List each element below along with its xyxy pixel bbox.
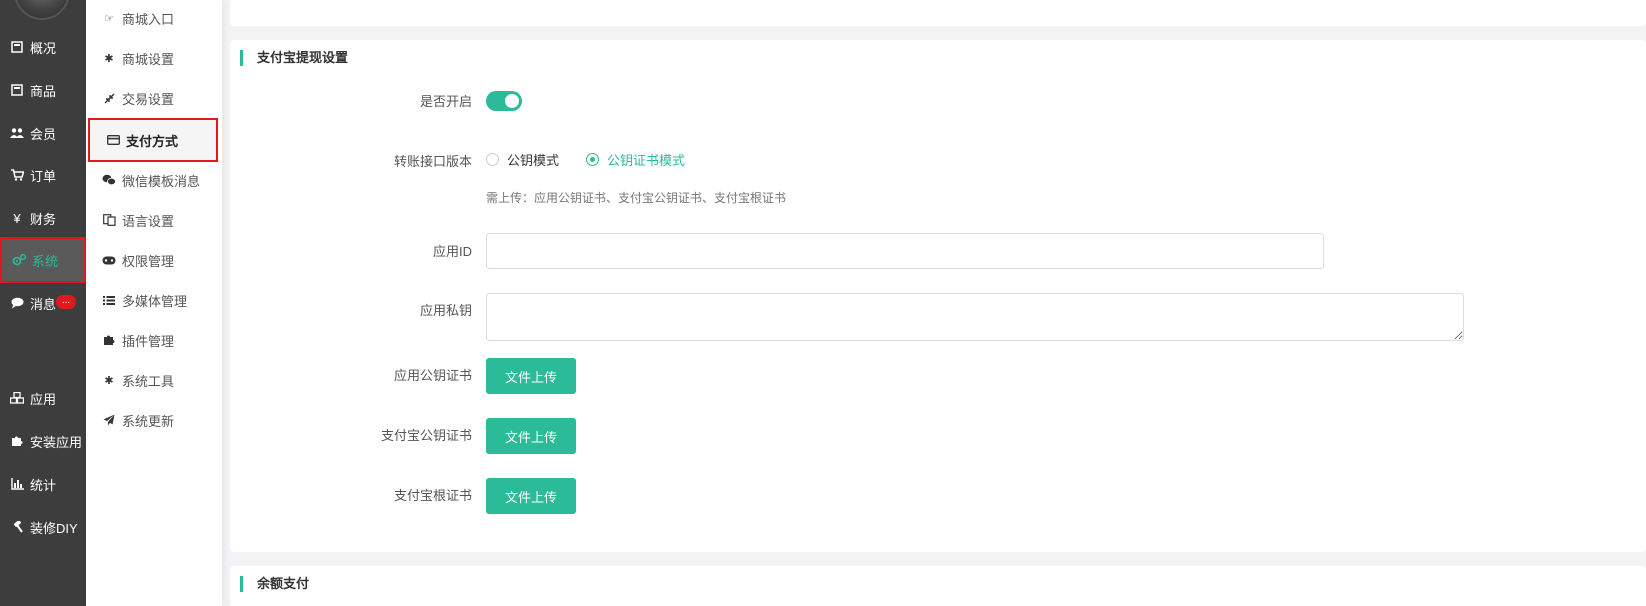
balance-payment-panel: 余额支付 <box>230 566 1646 606</box>
nav-label: 装修DIY <box>30 520 78 536</box>
section-title: 支付宝提现设置 <box>240 50 348 66</box>
overview-icon <box>10 40 24 54</box>
sub-item-wechat-template[interactable]: 微信模板消息 <box>86 160 220 200</box>
sub-label: 插件管理 <box>122 333 175 349</box>
nav-item-system[interactable]: 系统 <box>0 237 86 283</box>
private-key-label: 应用私钥 <box>419 303 472 318</box>
nav-label: 商品 <box>30 83 57 99</box>
main-content: 支付宝提现设置 是否开启 转账接口版本 公钥模式 公钥证书模式 需上传：应用公钥… <box>230 0 1646 606</box>
enable-toggle[interactable] <box>486 91 522 111</box>
sub-label: 多媒体管理 <box>122 293 188 309</box>
alipay-cert-upload-button[interactable]: 文件上传 <box>486 418 576 454</box>
root-cert-label: 支付宝根证书 <box>393 488 472 503</box>
avatar[interactable] <box>14 0 70 20</box>
wechat-icon <box>102 174 116 186</box>
gear-icon: ✱ <box>104 374 114 387</box>
sub-label: 交易设置 <box>122 91 175 107</box>
gamepad-icon <box>102 256 116 265</box>
section-title: 余额支付 <box>240 576 309 592</box>
sub-label: 商城设置 <box>122 51 175 67</box>
nav-item-statistics[interactable]: 统计 <box>0 462 86 506</box>
root-cert-upload-button[interactable]: 文件上传 <box>486 478 576 514</box>
app-cert-label: 应用公钥证书 <box>393 368 472 383</box>
nav-label: 统计 <box>30 477 57 493</box>
nav-label: 会员 <box>30 126 57 142</box>
radio-label: 公钥模式 <box>507 153 560 168</box>
upload-hint: 需上传：应用公钥证书、支付宝公钥证书、支付宝根证书 <box>486 191 787 205</box>
app-cert-upload-button[interactable]: 文件上传 <box>486 358 576 394</box>
radio-public-key-cert[interactable]: 公钥证书模式 <box>586 150 685 169</box>
compress-icon <box>102 93 116 104</box>
radio-dot <box>586 153 599 166</box>
nav-item-overview[interactable]: 概况 <box>0 25 86 69</box>
sub-item-trade-settings[interactable]: 交易设置 <box>86 78 220 118</box>
nav-label: 概况 <box>30 40 57 56</box>
sub-item-permissions[interactable]: 权限管理 <box>86 240 220 280</box>
gear-icon: ✱ <box>104 52 114 65</box>
nav-label: 安装应用 <box>30 434 83 450</box>
sub-label: 支付方式 <box>126 133 179 149</box>
alipay-withdraw-panel: 支付宝提现设置 是否开启 转账接口版本 公钥模式 公钥证书模式 需上传：应用公钥… <box>230 40 1646 552</box>
bar-chart-icon <box>10 477 24 491</box>
language-icon <box>102 214 116 226</box>
sub-item-plugins[interactable]: 插件管理 <box>86 320 220 360</box>
sub-item-system-update[interactable]: 系统更新 <box>86 400 220 440</box>
radio-dot <box>486 153 499 166</box>
sub-item-payment-methods[interactable]: 支付方式 <box>88 118 218 162</box>
sub-label: 系统工具 <box>122 373 175 389</box>
nav-item-orders[interactable]: 订单 <box>0 153 86 197</box>
goods-icon <box>10 83 24 97</box>
nav-item-diy[interactable]: 装修DIY <box>0 505 86 549</box>
nav-item-goods[interactable]: 商品 <box>0 68 86 112</box>
sub-item-media[interactable]: 多媒体管理 <box>86 280 220 320</box>
sub-label: 商城入口 <box>122 11 175 27</box>
hammer-icon <box>10 520 24 534</box>
version-label: 转账接口版本 <box>393 154 472 169</box>
paper-plane-icon <box>102 414 116 426</box>
app-id-label: 应用ID <box>432 244 472 259</box>
cart-icon <box>10 168 24 182</box>
sub-item-mall-settings[interactable]: ✱ 商城设置 <box>86 38 220 78</box>
comment-icon <box>10 296 24 310</box>
sub-label: 语言设置 <box>122 213 175 229</box>
sub-label: 微信模板消息 <box>122 173 201 189</box>
nav-label: 消息 <box>30 296 57 312</box>
nav-item-finance[interactable]: ¥ 财务 <box>0 196 86 240</box>
radio-label: 公钥证书模式 <box>607 153 686 168</box>
nav-label: 系统 <box>32 253 59 269</box>
sub-item-language-settings[interactable]: 语言设置 <box>86 200 220 240</box>
sub-label: 系统更新 <box>122 413 175 429</box>
nav-item-install-apps[interactable]: 安装应用 <box>0 419 86 463</box>
users-icon <box>10 126 24 140</box>
nav-label: 财务 <box>30 211 57 227</box>
nav-item-messages[interactable]: 消息 <box>0 281 86 325</box>
sub-label: 权限管理 <box>122 253 175 269</box>
main-sidebar: 概况 商品 会员 订单 ¥ 财务 系统 ... 消息 应用 安装应用 统计 装修… <box>0 0 86 606</box>
cubes-icon <box>10 391 24 405</box>
sub-item-mall-entry[interactable]: ☞ 商城入口 <box>86 0 220 38</box>
yen-icon: ¥ <box>13 210 21 226</box>
nav-item-members[interactable]: 会员 <box>0 111 86 155</box>
puzzle-icon <box>10 434 24 448</box>
nav-label: 应用 <box>30 391 57 407</box>
settings-submenu: ☞ 商城入口 ✱ 商城设置 交易设置 支付方式 微信模板消息 语言设置 权限管理 <box>86 0 222 606</box>
list-icon <box>102 295 116 306</box>
app-id-input[interactable] <box>486 233 1324 269</box>
puzzle-icon <box>102 334 116 346</box>
private-key-textarea[interactable] <box>486 293 1464 341</box>
previous-panel <box>230 0 1646 26</box>
nav-label: 订单 <box>30 168 57 184</box>
radio-public-key[interactable]: 公钥模式 <box>486 150 559 169</box>
enable-label: 是否开启 <box>419 94 472 109</box>
credit-card-icon <box>106 135 120 145</box>
sub-item-system-tools[interactable]: ✱ 系统工具 <box>86 360 220 400</box>
hand-point-icon: ☞ <box>104 12 114 25</box>
nav-item-apps[interactable]: 应用 <box>0 376 86 420</box>
alipay-cert-label: 支付宝公钥证书 <box>380 428 472 443</box>
gears-icon <box>12 253 26 267</box>
